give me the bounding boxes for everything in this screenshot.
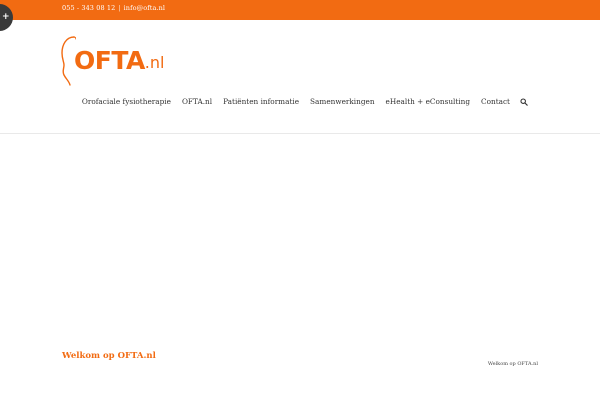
breadcrumb: Welkom op OFTA.nl (487, 361, 538, 367)
nav-item-ehealth-econsulting[interactable]: eHealth + eConsulting (386, 97, 470, 106)
site-header: OFTA .nl Orofaciale fysiotherapie OFTA.nl… (0, 20, 600, 134)
contact-separator: | (118, 4, 121, 12)
search-icon[interactable] (520, 97, 528, 106)
header-divider (0, 133, 600, 134)
phone-number[interactable]: 055 - 343 08 12 (62, 4, 115, 12)
email-link[interactable]: info@ofta.nl (124, 4, 165, 12)
page-title: Welkom op OFTA.nl (62, 351, 156, 361)
nav-item-ofta[interactable]: OFTA.nl (182, 97, 212, 106)
nav-item-orofaciale-fysiotherapie[interactable]: Orofaciale fysiotherapie (82, 97, 171, 106)
top-bar: 055 - 343 08 12 | info@ofta.nl (0, 0, 600, 20)
nav-item-patienten-informatie[interactable]: Patiënten informatie (223, 97, 299, 106)
main-navigation: Orofaciale fysiotherapie OFTA.nl Patiënt… (82, 97, 528, 106)
logo-text: OFTA (74, 45, 145, 75)
contact-info: 055 - 343 08 12 | info@ofta.nl (62, 4, 165, 12)
plus-icon: + (2, 12, 10, 22)
nav-item-contact[interactable]: Contact (481, 97, 510, 106)
nav-item-samenwerkingen[interactable]: Samenwerkingen (310, 97, 374, 106)
logo-tld: .nl (144, 53, 165, 72)
site-logo[interactable]: OFTA .nl (60, 31, 175, 87)
